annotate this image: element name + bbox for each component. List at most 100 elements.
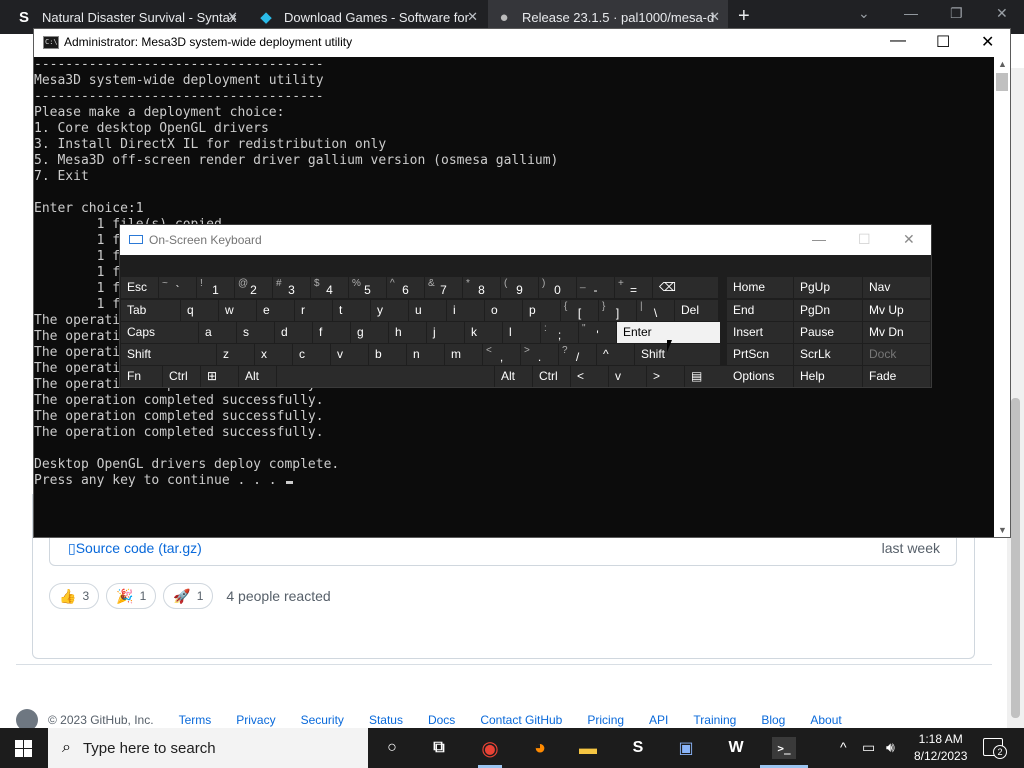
- key-`[interactable]: ~ `: [159, 277, 196, 298]
- key-b[interactable]: b: [369, 344, 406, 365]
- key-k[interactable]: k: [465, 322, 502, 343]
- firefox-icon[interactable]: ◕: [528, 737, 552, 759]
- reaction-thumbs-up[interactable]: 👍 3: [49, 583, 100, 609]
- volume-icon[interactable]: 🔊︎: [886, 739, 895, 756]
- key-m[interactable]: m: [445, 344, 482, 365]
- console-titlebar[interactable]: C:\ Administrator: Mesa3D system-wide de…: [34, 29, 1010, 57]
- terminal-app-icon[interactable]: >_: [772, 737, 796, 759]
- console-maximize-icon[interactable]: ☐: [936, 32, 950, 52]
- key-9[interactable]: (9: [501, 277, 538, 298]
- windows-start-icon[interactable]: [15, 740, 32, 757]
- key-fade[interactable]: Fade: [863, 366, 930, 387]
- key-;[interactable]: :;: [541, 322, 578, 343]
- file-explorer-icon[interactable]: ▬: [576, 737, 600, 759]
- footer-link-security[interactable]: Security: [301, 713, 344, 727]
- key-=[interactable]: + =: [615, 277, 652, 298]
- reaction-rocket[interactable]: 🚀 1: [163, 583, 214, 609]
- key-c[interactable]: c: [293, 344, 330, 365]
- chrome-icon[interactable]: ◉: [478, 737, 502, 760]
- scroll-up-icon[interactable]: ▲: [998, 59, 1007, 69]
- key-home[interactable]: Home: [727, 277, 793, 298]
- key-0[interactable]: ) 0: [539, 277, 576, 298]
- footer-link-status[interactable]: Status: [369, 713, 403, 727]
- key-ctrl[interactable]: Ctrl: [533, 366, 570, 387]
- key-o[interactable]: o: [485, 300, 522, 321]
- osk-minimize-icon[interactable]: —: [812, 231, 826, 247]
- key-prtscn[interactable]: PrtScn: [727, 344, 793, 365]
- footer-link-pricing[interactable]: Pricing: [587, 713, 624, 727]
- key-e[interactable]: e: [257, 300, 294, 321]
- key-z[interactable]: z: [217, 344, 254, 365]
- key-u[interactable]: u: [409, 300, 446, 321]
- new-tab-icon[interactable]: +: [738, 5, 750, 28]
- key-'[interactable]: " ': [579, 322, 616, 343]
- key-help[interactable]: Help: [794, 366, 862, 387]
- key-tab[interactable]: Tab: [121, 300, 180, 321]
- key-1[interactable]: ! 1: [197, 277, 234, 298]
- key-q[interactable]: q: [181, 300, 218, 321]
- key-end[interactable]: End: [727, 300, 793, 321]
- console-scrollbar[interactable]: ▲ ▼: [994, 57, 1010, 537]
- key-4[interactable]: $4: [311, 277, 348, 298]
- key-j[interactable]: j: [427, 322, 464, 343]
- key-caps-lock[interactable]: Caps: [121, 322, 198, 343]
- monitor-app-icon[interactable]: ▣: [674, 737, 698, 759]
- task-view-icon[interactable]: ⧉: [427, 737, 451, 759]
- key-w[interactable]: w: [219, 300, 256, 321]
- key-a[interactable]: a: [199, 322, 236, 343]
- asset-link[interactable]: ▯Source code (tar.gz): [68, 540, 202, 557]
- key-[[interactable]: {[: [561, 300, 598, 321]
- key-alt[interactable]: Alt: [495, 366, 532, 387]
- key-f[interactable]: f: [313, 322, 350, 343]
- key-shift[interactable]: Shift: [121, 344, 216, 365]
- key-windows-icon[interactable]: ⊞: [201, 366, 238, 387]
- key-g[interactable]: g: [351, 322, 388, 343]
- key-t[interactable]: t: [333, 300, 370, 321]
- key-2[interactable]: @2: [235, 277, 272, 298]
- key-shift[interactable]: Shift: [635, 344, 720, 365]
- key-3[interactable]: #3: [273, 277, 310, 298]
- key-,[interactable]: <,: [483, 344, 520, 365]
- key-6[interactable]: ^ 6: [387, 277, 424, 298]
- tab-search-icon[interactable]: ⌄: [858, 5, 870, 22]
- key-delete[interactable]: Del: [675, 300, 718, 321]
- key-scrlk[interactable]: ScrLk: [794, 344, 862, 365]
- key-s[interactable]: s: [237, 322, 274, 343]
- key-h[interactable]: h: [389, 322, 426, 343]
- key-space[interactable]: [277, 366, 494, 387]
- footer-link-docs[interactable]: Docs: [428, 713, 455, 727]
- console-close-icon[interactable]: ✕: [981, 32, 994, 52]
- tray-chevron-icon[interactable]: ^: [840, 739, 847, 755]
- wine-app-icon[interactable]: W: [724, 737, 748, 759]
- key-i[interactable]: i: [447, 300, 484, 321]
- key-y[interactable]: y: [371, 300, 408, 321]
- footer-link-api[interactable]: API: [649, 713, 668, 727]
- key-left-arrow-icon[interactable]: <: [571, 366, 608, 387]
- reaction-hooray[interactable]: 🎉 1: [106, 583, 157, 609]
- minimize-icon[interactable]: —: [904, 5, 918, 21]
- key-n[interactable]: n: [407, 344, 444, 365]
- key-pause[interactable]: Pause: [794, 322, 862, 343]
- key-pgup[interactable]: PgUp: [794, 277, 862, 298]
- key-alt[interactable]: Alt: [239, 366, 276, 387]
- key-insert[interactable]: Insert: [727, 322, 793, 343]
- footer-link-training[interactable]: Training: [693, 713, 736, 727]
- key-backspace-icon[interactable]: ⌫: [653, 277, 718, 298]
- close-icon[interactable]: ✕: [227, 9, 238, 25]
- close-icon[interactable]: ✕: [467, 9, 478, 25]
- footer-link-terms[interactable]: Terms: [179, 713, 212, 727]
- osk-close-icon[interactable]: ✕: [903, 231, 915, 248]
- on-screen-keyboard[interactable]: On-Screen Keyboard — ☐ ✕ Esc ~ `! 1 @2 #3 $4% 5…: [119, 224, 932, 388]
- key-nav[interactable]: Nav: [863, 277, 930, 298]
- key-\[interactable]: | \: [637, 300, 674, 321]
- close-icon[interactable]: ✕: [709, 9, 720, 25]
- taskbar-clock[interactable]: 1:18 AM 8/12/2023: [914, 731, 967, 765]
- restore-icon[interactable]: ❐: [950, 5, 963, 22]
- key-7[interactable]: & 7: [425, 277, 462, 298]
- key-v[interactable]: v: [331, 344, 368, 365]
- key-mv-dn[interactable]: Mv Dn: [863, 322, 930, 343]
- key-][interactable]: }]: [599, 300, 636, 321]
- key-l[interactable]: l: [503, 322, 540, 343]
- key-.[interactable]: >.: [521, 344, 558, 365]
- key-up-arrow-icon[interactable]: ^: [597, 344, 634, 365]
